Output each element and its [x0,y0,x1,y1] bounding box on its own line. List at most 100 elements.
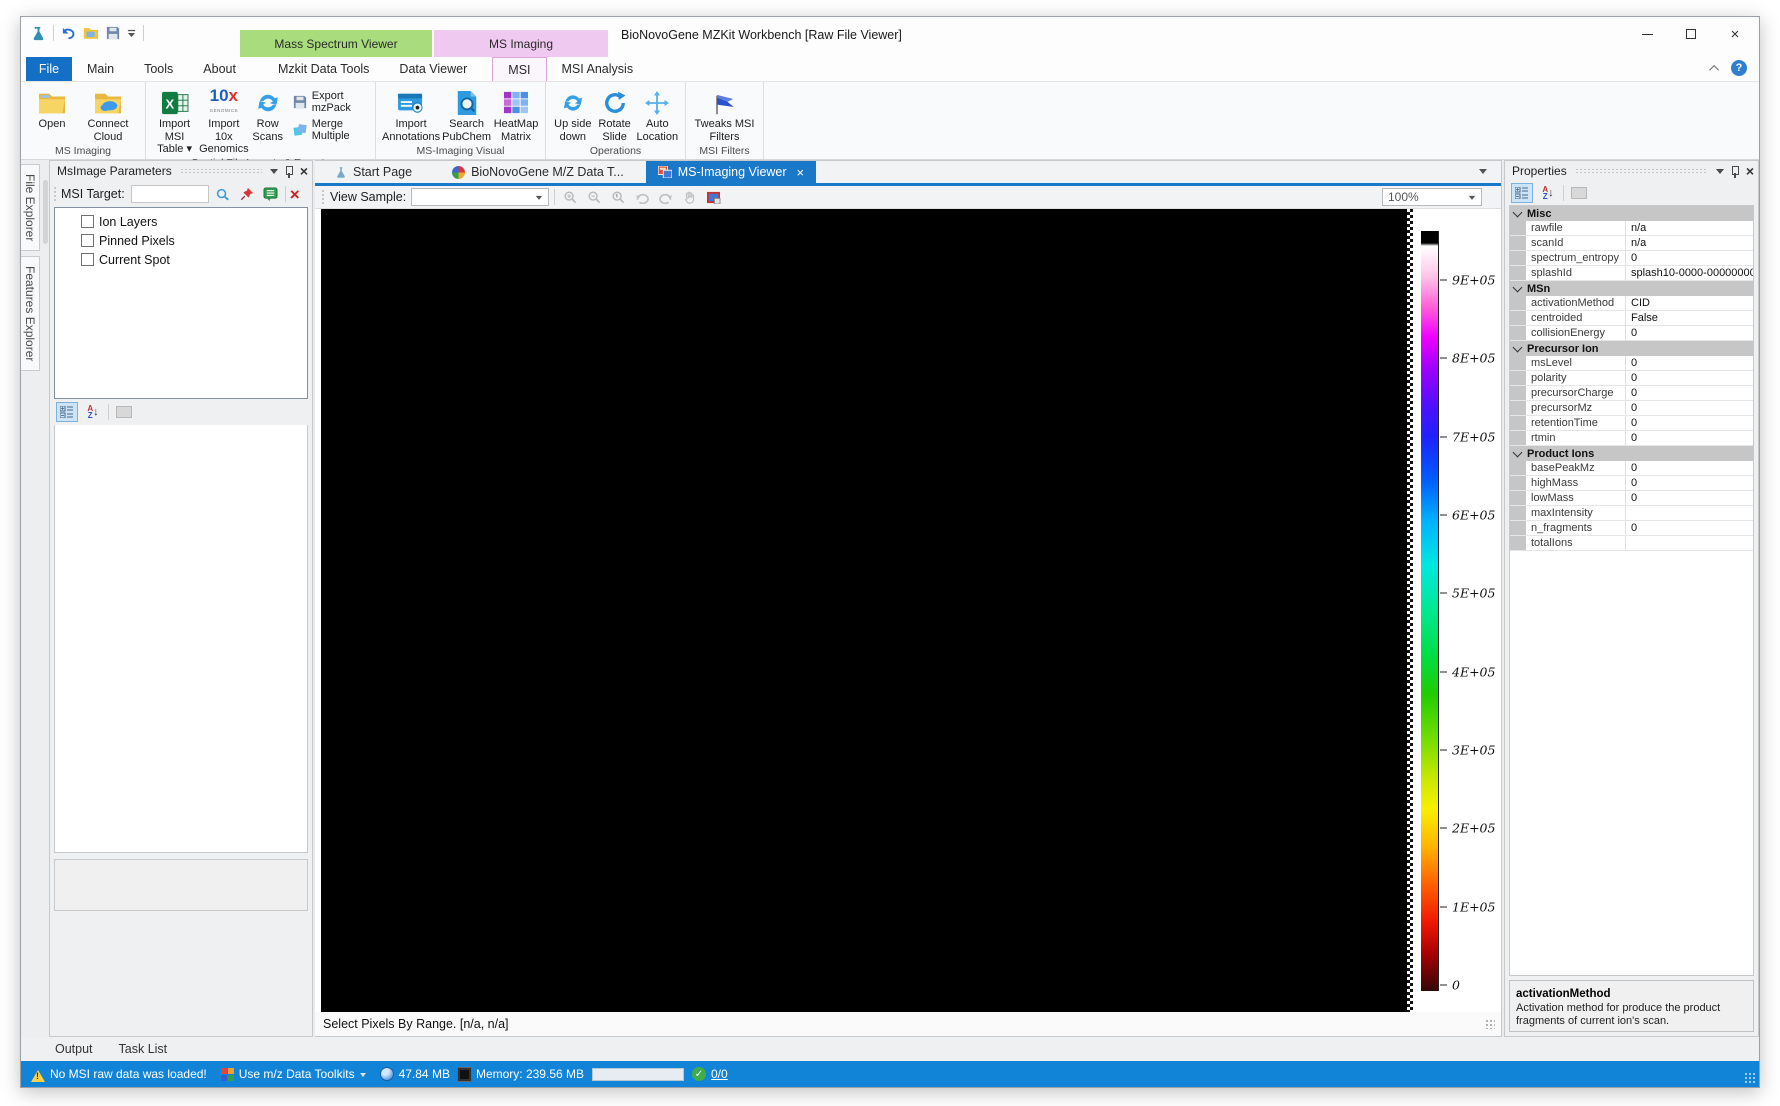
sidebar-tab-file-explorer[interactable]: File Explorer [21,164,40,251]
window-resize-grip[interactable] [1744,1072,1756,1084]
rotate-right-icon[interactable] [656,188,675,206]
status-resize-grip[interactable] [1485,1019,1495,1029]
sidebar-tab-features-explorer[interactable]: Features Explorer [21,256,40,371]
category-misc[interactable]: Misc [1510,206,1753,221]
tab-about[interactable]: About [188,57,251,81]
import-10x-genomics-button[interactable]: 10xGENOMICS Import 10x Genomics [199,86,249,156]
connect-cloud-button[interactable]: Connect Cloud [79,86,137,143]
property-row[interactable]: precursorMz0 [1510,401,1753,416]
import-annotations-button[interactable]: Import Annotations [382,86,440,143]
heatmap-matrix-button[interactable]: HeatMap Matrix [493,86,539,143]
tree-item-current-spot[interactable]: Current Spot [81,250,307,269]
property-row[interactable]: activationMethodCID [1510,296,1753,311]
maximize-button[interactable] [1669,19,1713,49]
categorized-view-icon[interactable] [56,402,78,422]
toolkit-selector[interactable]: Use m/z Data Toolkits [221,1067,366,1081]
tab-main[interactable]: Main [72,57,129,81]
tab-list-dropdown-icon[interactable] [1479,169,1487,178]
tab-task-list[interactable]: Task List [119,1042,168,1056]
tab-msi[interactable]: MSI [492,57,546,81]
splitter-handle[interactable] [43,180,48,244]
property-row[interactable]: maxIntensity [1510,506,1753,521]
undo-icon[interactable] [61,26,76,41]
zoom-level-combo[interactable]: 100% [1382,188,1482,206]
tweaks-msi-filters-button[interactable]: Tweaks MSI Filters [692,86,757,143]
category-msn[interactable]: MSn [1510,281,1753,296]
property-row[interactable]: collisionEnergy0 [1510,326,1753,341]
tree-item-ion-layers[interactable]: Ion Layers [81,212,307,231]
save-icon[interactable] [106,26,120,40]
properties-pin-icon[interactable] [1730,165,1740,178]
minimize-button[interactable] [1625,19,1669,49]
property-row[interactable]: retentionTime0 [1510,416,1753,431]
properties-menu-icon[interactable] [1716,169,1724,178]
category-precursor-ion[interactable]: Precursor Ion [1510,341,1753,356]
tab-ms-imaging-viewer[interactable]: MS-Imaging Viewer × [646,161,816,183]
ion-layers-checkbox[interactable] [81,215,94,228]
open-file-icon[interactable] [83,26,99,40]
contextual-group-mass-spectrum-viewer[interactable]: Mass Spectrum Viewer [240,30,432,57]
export-excel-icon[interactable] [261,185,281,203]
contextual-group-ms-imaging[interactable]: MS Imaging [434,30,608,57]
property-row[interactable]: totalIons [1510,536,1753,551]
property-row[interactable]: rawfilen/a [1510,221,1753,236]
task-counter[interactable]: ✓ 0/0 [692,1067,728,1081]
ms-image-render[interactable] [321,209,1407,1012]
current-spot-checkbox[interactable] [81,253,94,266]
pan-hand-icon[interactable] [680,188,699,206]
property-row[interactable]: rtmin0 [1510,431,1753,446]
tab-close-icon[interactable]: × [797,165,805,180]
property-row[interactable]: lowMass0 [1510,491,1753,506]
row-scans-button[interactable]: Row Scans [251,86,285,143]
export-mzpack-button[interactable]: Export mzPack [293,90,365,114]
tab-tools[interactable]: Tools [129,57,188,81]
property-row[interactable]: highMass0 [1510,476,1753,491]
property-row[interactable]: n_fragments0 [1510,521,1753,536]
property-row[interactable]: splashIdsplash10-0000-0000000000 [1510,266,1753,281]
properties-categorized-icon[interactable] [1511,183,1533,203]
auto-location-button[interactable]: Auto Location [636,86,679,143]
zoom-in-icon[interactable] [560,188,579,206]
help-icon[interactable]: ? [1731,60,1747,76]
pinned-pixels-checkbox[interactable] [81,234,94,247]
merge-multiple-button[interactable]: Merge Multiple [293,118,365,142]
tab-mzkit-data-tools[interactable]: Mzkit Data Tools [263,57,384,81]
property-row[interactable]: scanIdn/a [1510,236,1753,251]
pin-icon[interactable] [284,165,294,178]
zoom-out-icon[interactable] [584,188,603,206]
upside-down-button[interactable]: Up side down [552,86,594,143]
property-row[interactable]: spectrum_entropy0 [1510,251,1753,266]
property-row[interactable]: centroidedFalse [1510,311,1753,326]
zoom-reset-icon[interactable] [608,188,627,206]
tab-start-page[interactable]: Start Page [323,161,424,183]
close-button[interactable]: × [1713,19,1757,49]
tree-item-pinned-pixels[interactable]: Pinned Pixels [81,231,307,250]
pin-target-icon[interactable] [237,185,257,203]
msi-target-input[interactable] [131,185,209,203]
clear-target-icon[interactable]: × [290,186,300,203]
import-msi-table-button[interactable]: X Import MSI Table ▾ [152,86,197,156]
property-row[interactable]: basePeakMz0 [1510,461,1753,476]
property-row[interactable]: msLevel0 [1510,356,1753,371]
region-capture-icon[interactable] [704,188,723,206]
panel-close-icon[interactable]: × [300,164,308,178]
qat-customize-icon[interactable] [127,29,136,38]
category-product-ions[interactable]: Product Ions [1510,446,1753,461]
open-button[interactable]: Open [27,86,77,131]
property-row[interactable]: polarity0 [1510,371,1753,386]
tab-file[interactable]: File [26,57,72,81]
view-sample-combo[interactable] [411,188,549,206]
property-row[interactable]: precursorCharge0 [1510,386,1753,401]
tab-msi-analysis[interactable]: MSI Analysis [547,57,649,81]
tab-output[interactable]: Output [55,1042,93,1056]
panel-menu-icon[interactable] [270,169,278,178]
search-pubchem-button[interactable]: Search PubChem [442,86,491,143]
tab-mz-data[interactable]: BioNovoGene M/Z Data T... [440,161,636,183]
properties-close-icon[interactable]: × [1746,164,1754,178]
search-icon[interactable] [213,185,233,203]
collapse-ribbon-icon[interactable] [1709,64,1719,74]
rotate-slide-button[interactable]: Rotate Slide [596,86,634,143]
tab-data-viewer[interactable]: Data Viewer [384,57,482,81]
alphabetical-sort-icon[interactable]: AZ↓ [82,402,104,422]
properties-sort-icon[interactable]: AZ↓ [1537,183,1559,203]
